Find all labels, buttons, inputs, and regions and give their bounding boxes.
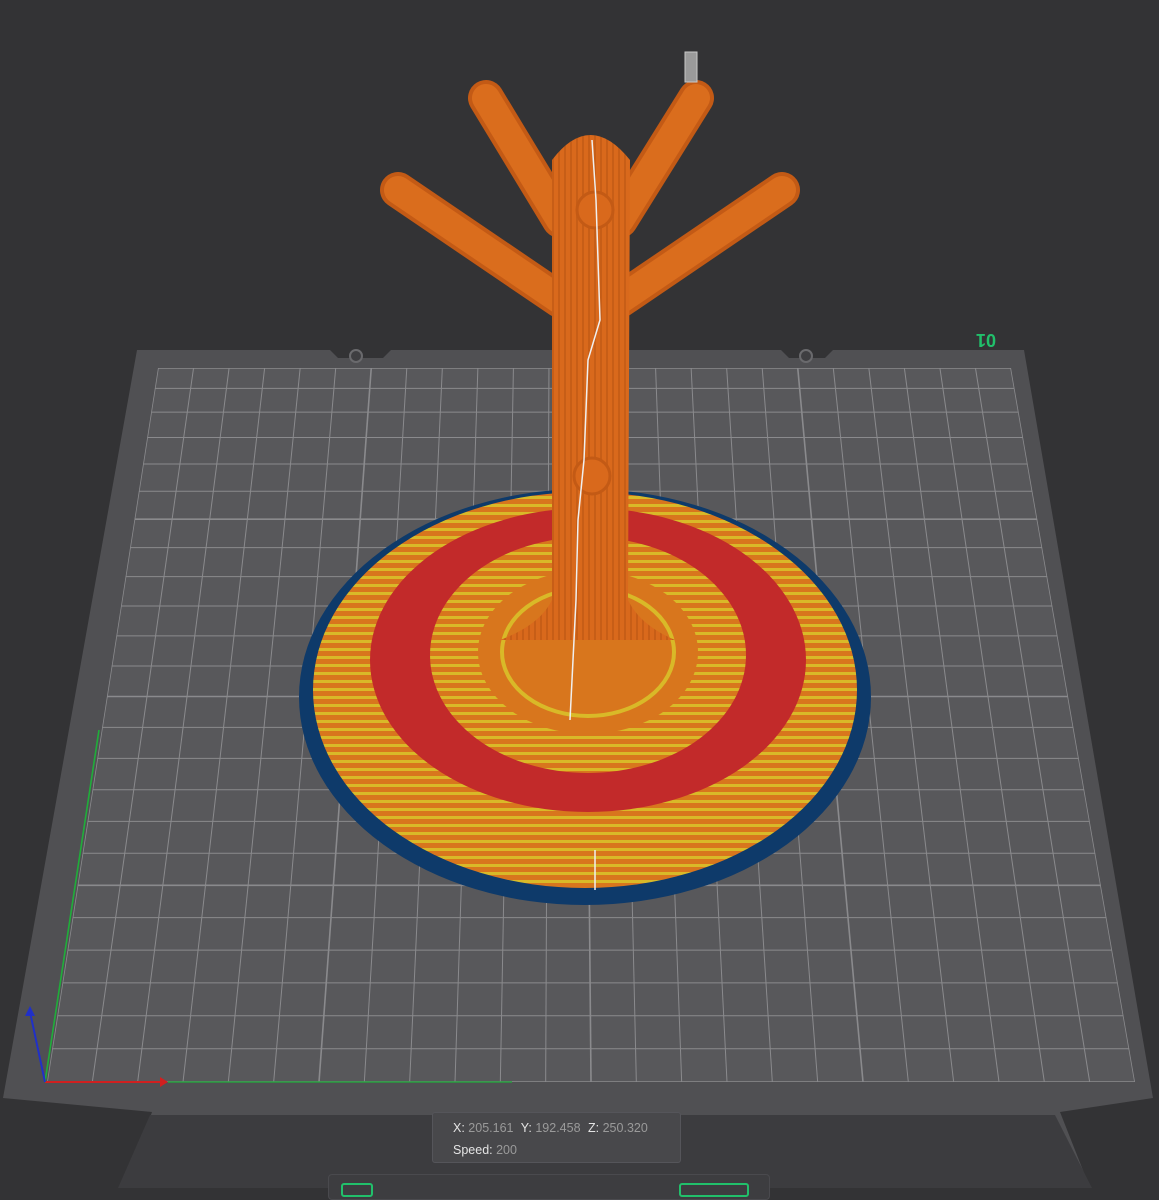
model-peg-lower [572,456,612,496]
tool-head-indicator [684,51,698,83]
z-value: 250.320 [602,1121,648,1135]
plate-bolt-left [349,349,363,363]
position-readout: X: 205.161 Y: 192.458 Z: 250.320 Speed: … [432,1112,681,1163]
y-label: Y: [520,1121,532,1135]
gcode-preview-scene[interactable]: 01 [0,0,1159,1188]
y-value: 192.458 [535,1121,581,1135]
z-label: Z: [588,1121,600,1135]
slider-right-button[interactable] [679,1183,749,1197]
plate-bolt-right [799,349,813,363]
speed-label: Speed: [453,1143,493,1157]
3d-preview-viewport[interactable]: 01 X: 205.161 Y: 192.458 Z: 250.320 Spee… [0,0,1159,1200]
plate-number-label: 01 [976,330,996,350]
layer-slider-bar[interactable] [328,1174,770,1200]
x-value: 205.161 [468,1121,514,1135]
model-peg-upper [575,190,615,230]
slider-left-button[interactable] [341,1183,373,1197]
speed-value: 200 [496,1143,517,1157]
x-label: X: [453,1121,465,1135]
